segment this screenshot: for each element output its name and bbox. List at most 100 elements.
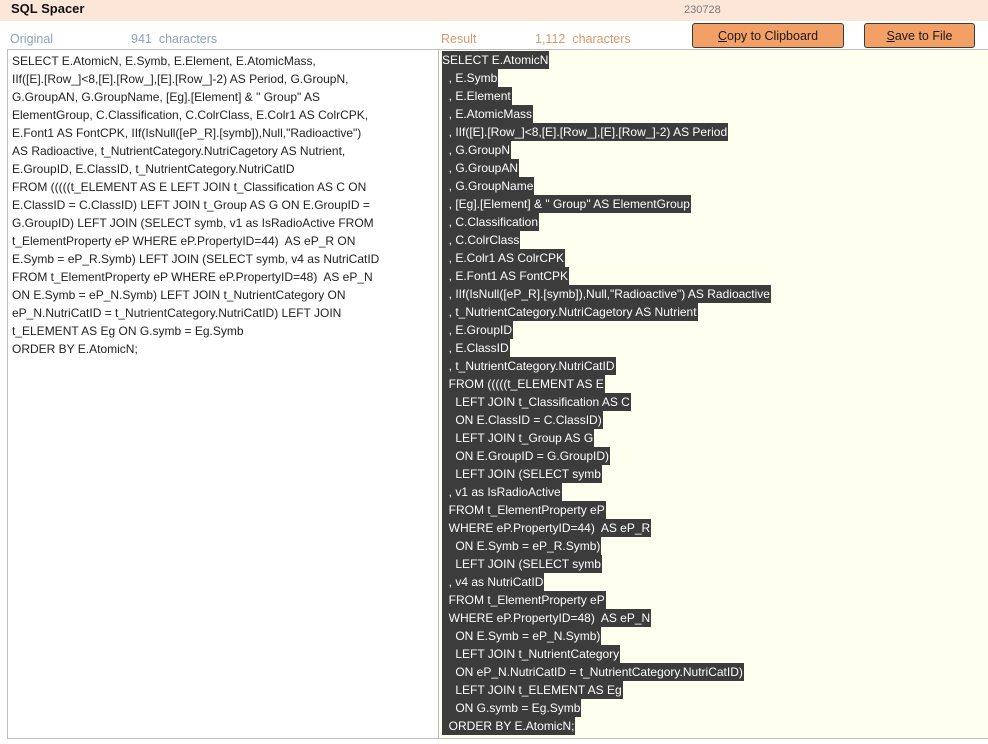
result-sql-line: LEFT JOIN t_NutrientCategory (442, 645, 771, 663)
original-sql-text[interactable]: SELECT E.AtomicN, E.Symb, E.Element, E.A… (12, 50, 432, 358)
result-sql-line-text: ON E.Symb = eP_N.Symb) (442, 627, 602, 645)
copy-accel-key: C (717, 28, 727, 43)
result-label: Result (441, 32, 477, 46)
original-sql-line: eP_N.NutriCatID = t_NutrientCategory.Nut… (12, 306, 342, 320)
result-sql-line: WHERE eP.PropertyID=48) AS eP_N (442, 609, 771, 627)
original-sql-line: t_ElementProperty eP WHERE eP.PropertyID… (12, 234, 356, 248)
result-sql-line-text: , t_NutrientCategory.NutriCagetory AS Nu… (442, 303, 698, 321)
original-count-value: 941 (131, 32, 152, 46)
original-sql-line: G.GroupID) LEFT JOIN (SELECT symb, v1 as… (12, 216, 374, 230)
result-sql-line: , G.GroupName (442, 177, 771, 195)
original-count-suffix: characters (158, 32, 218, 46)
result-sql-line: LEFT JOIN (SELECT symb (442, 465, 771, 483)
result-sql-line: , IIf([E].[Row_]<8,[E].[Row_],[E].[Row_]… (442, 123, 771, 141)
result-sql-line-text: LEFT JOIN (SELECT symb (442, 555, 602, 573)
save-to-file-button[interactable]: Save to File (864, 23, 975, 48)
result-sql-line-text: WHERE eP.PropertyID=48) AS eP_N (442, 609, 652, 627)
result-sql-line: LEFT JOIN t_ELEMENT AS Eg (442, 681, 771, 699)
result-sql-line: LEFT JOIN t_Group AS G (442, 429, 771, 447)
result-sql-line-text: , t_NutrientCategory.NutriCatID (442, 357, 616, 375)
result-sql-line-text: LEFT JOIN (SELECT symb (442, 465, 602, 483)
result-sql-line: SELECT E.AtomicN (442, 51, 771, 69)
result-sql-line-text: , v4 as NutriCatID (442, 573, 545, 591)
result-sql-line: , E.AtomicMass (442, 105, 771, 123)
result-sql-line: ON E.Symb = eP_R.Symb) (442, 537, 771, 555)
original-sql-line: ORDER BY E.AtomicN; (12, 342, 138, 356)
result-sql-line: WHERE eP.PropertyID=44) AS eP_R (442, 519, 771, 537)
result-sql-line: ORDER BY E.AtomicN; (442, 717, 771, 735)
result-sql-textbox[interactable]: SELECT E.AtomicN , E.Symb , E.Element , … (438, 49, 988, 739)
original-sql-line: E.Font1 AS FontCPK, IIf(IsNull([eP_R].[s… (12, 126, 362, 140)
result-sql-line: , E.Symb (442, 69, 771, 87)
result-sql-line-text: LEFT JOIN t_Classification AS C (442, 393, 631, 411)
result-sql-line: , C.ColrClass (442, 231, 771, 249)
result-sql-line-text: , C.ColrClass (442, 231, 521, 249)
save-button-label: ave to File (894, 28, 953, 43)
result-sql-line-text: , E.Font1 AS FontCPK (442, 267, 570, 285)
result-sql-line-text: , E.GroupID (442, 321, 514, 339)
save-accel-key: S (886, 28, 895, 43)
result-sql-line-text: , E.Colr1 AS ColrCPK (442, 249, 566, 267)
result-char-count: 1,112 characters (535, 32, 631, 46)
original-char-count: 941 characters (131, 32, 217, 46)
result-sql-line: LEFT JOIN t_Classification AS C (442, 393, 771, 411)
result-sql-line-text: WHERE eP.PropertyID=44) AS eP_R (442, 519, 652, 537)
result-sql-line-text: LEFT JOIN t_Group AS G (442, 429, 595, 447)
result-sql-line-text: , IIf(IsNull([eP_R].[symb]),Null,"Radioa… (442, 285, 771, 303)
copy-button-label: opy to Clipboard (727, 28, 819, 43)
result-sql-line: , v4 as NutriCatID (442, 573, 771, 591)
result-sql-line-text: ON eP_N.NutriCatID = t_NutrientCategory.… (442, 663, 744, 681)
original-sql-line: t_ELEMENT AS Eg ON G.symb = Eg.Symb (12, 324, 244, 338)
result-sql-line-text: LEFT JOIN t_ELEMENT AS Eg (442, 681, 623, 699)
result-sql-line: ON eP_N.NutriCatID = t_NutrientCategory.… (442, 663, 771, 681)
result-sql-line-text: , [Eg].[Element] & " Group" AS ElementGr… (442, 195, 691, 213)
result-sql-line: , G.GroupAN (442, 159, 771, 177)
copy-to-clipboard-button[interactable]: Copy to Clipboard (692, 23, 844, 48)
result-sql-line-text: , G.GroupName (442, 177, 535, 195)
result-sql-line-text: , IIf([E].[Row_]<8,[E].[Row_],[E].[Row_]… (442, 123, 729, 141)
version-label: 230728 (684, 4, 721, 16)
result-sql-line: , E.Colr1 AS ColrCPK (442, 249, 771, 267)
result-sql-line: ON E.GroupID = G.GroupID) (442, 447, 771, 465)
result-sql-line: , E.GroupID (442, 321, 771, 339)
result-sql-line: , v1 as IsRadioActive (442, 483, 771, 501)
result-sql-line-text: ON E.ClassID = C.ClassID) (442, 411, 603, 429)
original-sql-line: SELECT E.AtomicN, E.Symb, E.Element, E.A… (12, 54, 316, 68)
result-sql-line-text: , C.Classification (442, 213, 540, 231)
original-sql-line: FROM (((((t_ELEMENT AS E LEFT JOIN t_Cla… (12, 180, 367, 194)
result-sql-line-text: ON G.symb = Eg.Symb (442, 699, 582, 717)
result-sql-line: , E.Font1 AS FontCPK (442, 267, 771, 285)
result-sql-line: ON G.symb = Eg.Symb (442, 699, 771, 717)
result-sql-line: , E.ClassID (442, 339, 771, 357)
result-sql-line: LEFT JOIN (SELECT symb (442, 555, 771, 573)
original-sql-line: FROM t_ElementProperty eP WHERE eP.Prope… (12, 270, 373, 284)
original-label: Original (10, 32, 54, 46)
original-sql-line: AS Radioactive, t_NutrientCategory.Nutri… (12, 144, 346, 158)
result-sql-line-text: SELECT E.AtomicN (442, 51, 550, 69)
result-sql-line-text: , E.Symb (442, 69, 499, 87)
app-title: SQL Spacer (11, 1, 85, 16)
original-sql-line: G.GroupAN, G.GroupName, [Eg].[Element] &… (12, 90, 320, 104)
result-sql-line: , t_NutrientCategory.NutriCatID (442, 357, 771, 375)
result-sql-line: , E.Element (442, 87, 771, 105)
result-sql-line-text: LEFT JOIN t_NutrientCategory (442, 645, 621, 663)
result-sql-line-text: FROM t_ElementProperty eP (442, 501, 606, 519)
result-sql-line: ON E.Symb = eP_N.Symb) (442, 627, 771, 645)
original-sql-line: E.Symb = eP_R.Symb) LEFT JOIN (SELECT sy… (12, 252, 380, 266)
result-sql-text[interactable]: SELECT E.AtomicN , E.Symb , E.Element , … (442, 51, 771, 735)
original-sql-line: E.GroupID, E.ClassID, t_NutrientCategory… (12, 162, 295, 176)
original-sql-line: ON E.Symb = eP_N.Symb) LEFT JOIN t_Nutri… (12, 288, 346, 302)
original-sql-line: ElementGroup, C.Classification, C.ColrCl… (12, 108, 369, 122)
result-sql-line-text: FROM t_ElementProperty eP (442, 591, 606, 609)
result-sql-line: , G.GroupN (442, 141, 771, 159)
result-sql-line: FROM (((((t_ELEMENT AS E (442, 375, 771, 393)
result-sql-line: ON E.ClassID = C.ClassID) (442, 411, 771, 429)
result-sql-line: FROM t_ElementProperty eP (442, 591, 771, 609)
result-sql-line-text: , G.GroupAN (442, 159, 520, 177)
result-count-suffix: characters (572, 32, 631, 46)
result-sql-line-text: ON E.GroupID = G.GroupID) (442, 447, 611, 465)
original-sql-line: IIf([E].[Row_]<8,[E].[Row_],[E].[Row_]-2… (12, 72, 349, 86)
result-sql-line-text: , v1 as IsRadioActive (442, 483, 562, 501)
result-sql-line-text: ORDER BY E.AtomicN; (442, 717, 576, 735)
original-sql-textbox[interactable]: SELECT E.AtomicN, E.Symb, E.Element, E.A… (7, 49, 439, 739)
